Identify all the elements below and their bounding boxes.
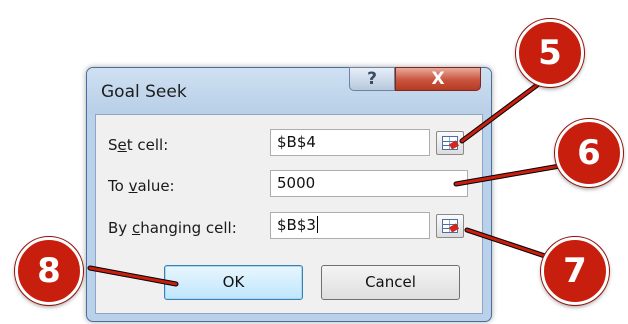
callout-badge-6: 6 <box>555 119 623 187</box>
callout-line-5-fill <box>460 75 550 143</box>
callout-badge-8: 8 <box>15 237 83 305</box>
callout-badge-7: 7 <box>541 237 609 305</box>
callout-line-6-fill <box>454 164 562 186</box>
callout-line-8-fill <box>88 266 178 286</box>
callout-badge-5: 5 <box>516 19 584 87</box>
callout-line-7-fill <box>465 228 547 258</box>
